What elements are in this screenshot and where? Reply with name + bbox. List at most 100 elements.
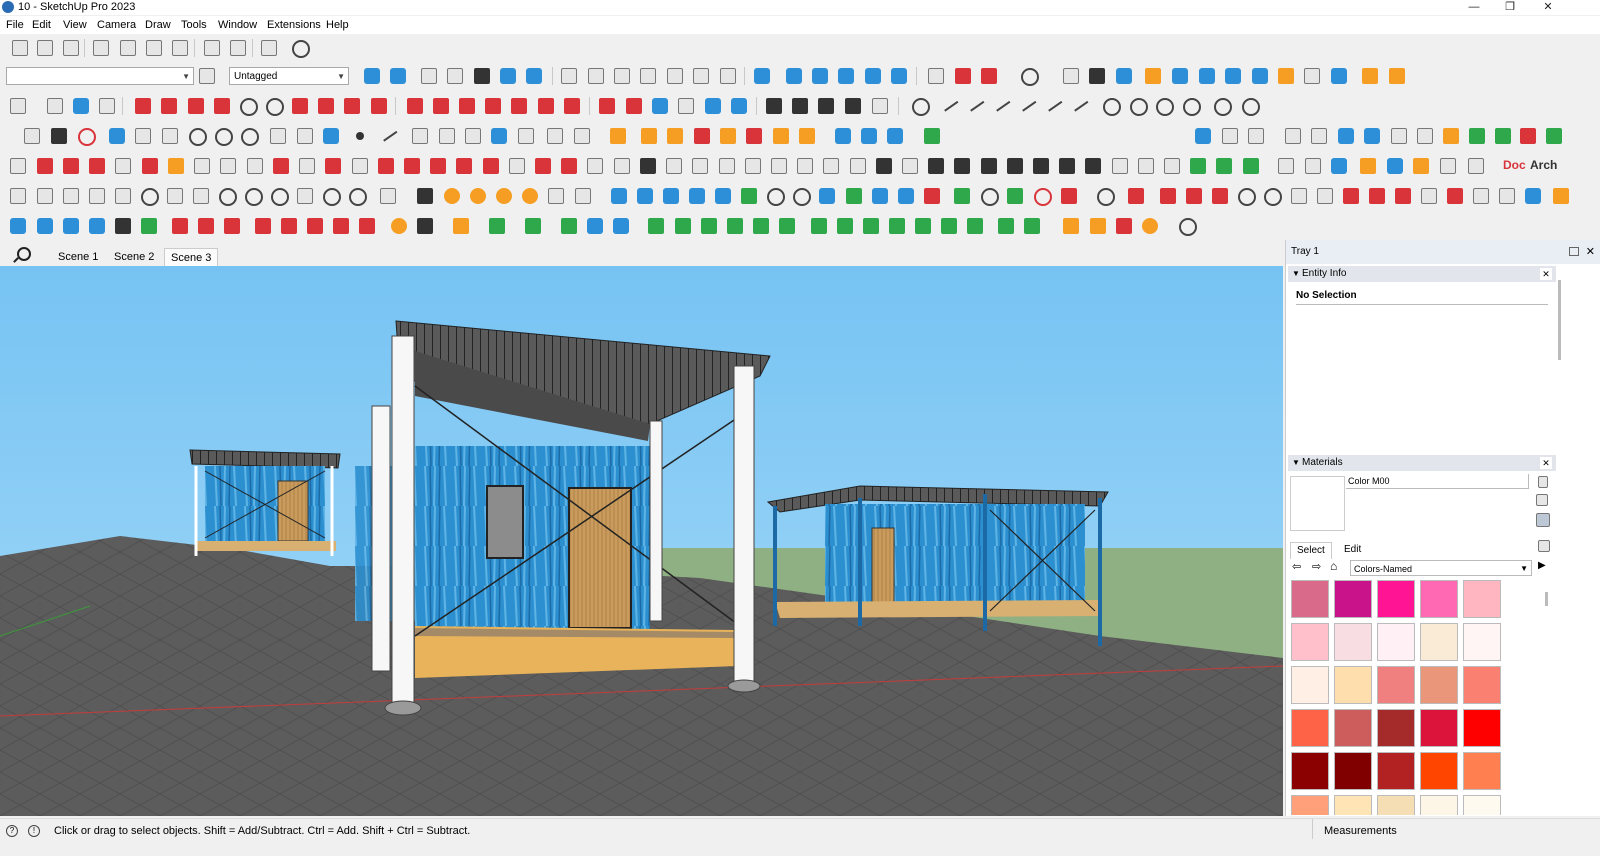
protractor-icon[interactable]: [652, 98, 668, 114]
tool-5-24-icon[interactable]: [614, 158, 630, 174]
material-swatch[interactable]: [1420, 623, 1458, 661]
panel-3-icon[interactable]: [863, 218, 879, 234]
edit-5-icon[interactable]: [1291, 188, 1307, 204]
shape-bender-icon[interactable]: [912, 98, 930, 116]
edit-10-icon[interactable]: [1421, 188, 1437, 204]
hand-2-icon[interactable]: [548, 188, 564, 204]
coin-icon[interactable]: [391, 218, 407, 234]
arrows-icon[interactable]: [1495, 128, 1511, 144]
close-button[interactable]: ✕: [1530, 0, 1566, 15]
create-material-icon[interactable]: [1536, 494, 1548, 506]
freehand-icon[interactable]: [161, 98, 177, 114]
curve-tool-6-icon[interactable]: [741, 188, 757, 204]
flip-icon[interactable]: [564, 98, 580, 114]
circle-c-icon[interactable]: [1156, 98, 1174, 116]
tool-5-43-icon[interactable]: [1112, 158, 1128, 174]
solid-3-icon[interactable]: [63, 218, 79, 234]
align-6-icon[interactable]: [1417, 128, 1433, 144]
cloud-1-icon[interactable]: [547, 128, 563, 144]
cut-2-icon[interactable]: [198, 218, 214, 234]
tool-5-22-icon[interactable]: [561, 158, 577, 174]
sandbox-from-contours-icon[interactable]: [1172, 68, 1188, 84]
sandbox-smoove-icon[interactable]: [928, 68, 944, 84]
move-icon[interactable]: [407, 98, 423, 114]
edit-9-icon[interactable]: [1395, 188, 1411, 204]
material-swatch[interactable]: [1377, 666, 1415, 704]
monochrome-icon[interactable]: [526, 68, 542, 84]
stack-2-icon[interactable]: [861, 128, 877, 144]
swatch-scrollbar[interactable]: [1545, 592, 1548, 606]
tool-5-36-icon[interactable]: [928, 158, 944, 174]
curve-4-icon[interactable]: [1017, 94, 1037, 112]
tool-5-29-icon[interactable]: [745, 158, 761, 174]
rotated-rectangle-icon[interactable]: [214, 98, 230, 114]
tool-5-32-icon[interactable]: [823, 158, 839, 174]
tool-5-39-icon[interactable]: [1007, 158, 1023, 174]
cut-4-icon[interactable]: [255, 218, 271, 234]
stair-1-icon[interactable]: [648, 218, 664, 234]
tray-close-icon[interactable]: ✕: [1586, 240, 1595, 264]
panel-8-icon[interactable]: [1024, 218, 1040, 234]
model-info-icon[interactable]: [292, 40, 310, 58]
panel-6-icon[interactable]: [941, 218, 957, 234]
section-plane-icon[interactable]: [1089, 68, 1105, 84]
warehouse-icon[interactable]: [955, 68, 971, 84]
material-swatch[interactable]: [1334, 709, 1372, 747]
open-folder-2-icon[interactable]: [24, 128, 40, 144]
shaded-textures-icon[interactable]: [500, 68, 516, 84]
menu-camera[interactable]: Camera: [95, 18, 138, 32]
edit-6-icon[interactable]: [1317, 188, 1333, 204]
flip-edge-icon[interactable]: [1331, 68, 1347, 84]
edit-12-icon[interactable]: [1473, 188, 1489, 204]
tool-5-12-icon[interactable]: [299, 158, 315, 174]
bulb-icon[interactable]: [887, 128, 903, 144]
material-display-icon[interactable]: [1538, 476, 1548, 488]
stack-green-icon[interactable]: [561, 218, 577, 234]
material-swatch[interactable]: [1291, 795, 1329, 815]
material-swatch[interactable]: [1334, 666, 1372, 704]
dimension-icon[interactable]: [626, 98, 642, 114]
stair-2-icon[interactable]: [675, 218, 691, 234]
gear-hex-1-icon[interactable]: [412, 128, 428, 144]
edit-11-icon[interactable]: [1447, 188, 1463, 204]
sphere-2-icon[interactable]: [470, 188, 486, 204]
align-8-icon[interactable]: [1469, 128, 1485, 144]
tab-edit[interactable]: Edit: [1338, 542, 1367, 558]
sandbox-from-scratch-icon[interactable]: [1199, 68, 1215, 84]
edit-1-icon[interactable]: [1128, 188, 1144, 204]
shape-6-icon[interactable]: [141, 188, 159, 206]
arrows-2-icon[interactable]: [1546, 128, 1562, 144]
panel-1-icon[interactable]: [811, 218, 827, 234]
xray-icon[interactable]: [390, 68, 406, 84]
scale-tool-icon[interactable]: [511, 98, 527, 114]
material-swatch[interactable]: [1463, 752, 1501, 790]
tool-5-25-icon[interactable]: [640, 158, 656, 174]
tab-select[interactable]: Select: [1290, 542, 1332, 559]
shape-9-icon[interactable]: [219, 188, 237, 206]
tool-5-47-icon[interactable]: [1216, 158, 1232, 174]
view-iso-icon[interactable]: [561, 68, 577, 84]
select-arrow-icon[interactable]: [10, 98, 26, 114]
diamond-icon[interactable]: [489, 218, 505, 234]
sphere-3-icon[interactable]: [496, 188, 512, 204]
edit-2-icon[interactable]: [1160, 188, 1176, 204]
circle-a-icon[interactable]: [1103, 98, 1121, 116]
shape-8-icon[interactable]: [193, 188, 209, 204]
pentagon-icon[interactable]: [1214, 98, 1232, 116]
tool-5-45-icon[interactable]: [1164, 158, 1180, 174]
material-swatch[interactable]: [1291, 580, 1329, 618]
menu-file[interactable]: File: [4, 18, 26, 32]
tab-scene-1[interactable]: Scene 1: [52, 248, 105, 266]
shape-7-icon[interactable]: [167, 188, 183, 204]
material-swatch[interactable]: [1291, 623, 1329, 661]
shape-11-icon[interactable]: [271, 188, 289, 206]
pie-icon[interactable]: [371, 98, 387, 114]
shape-14-icon[interactable]: [349, 188, 367, 206]
curve-tool-13-icon[interactable]: [924, 188, 940, 204]
tool-5-42-icon[interactable]: [1085, 158, 1101, 174]
view-bottom-icon[interactable]: [720, 68, 736, 84]
tool-5-54-icon[interactable]: [1413, 158, 1429, 174]
rectangle-icon[interactable]: [188, 98, 204, 114]
curve-tool-9-icon[interactable]: [819, 188, 835, 204]
library-select[interactable]: Colors-Named ▼: [1350, 560, 1532, 576]
